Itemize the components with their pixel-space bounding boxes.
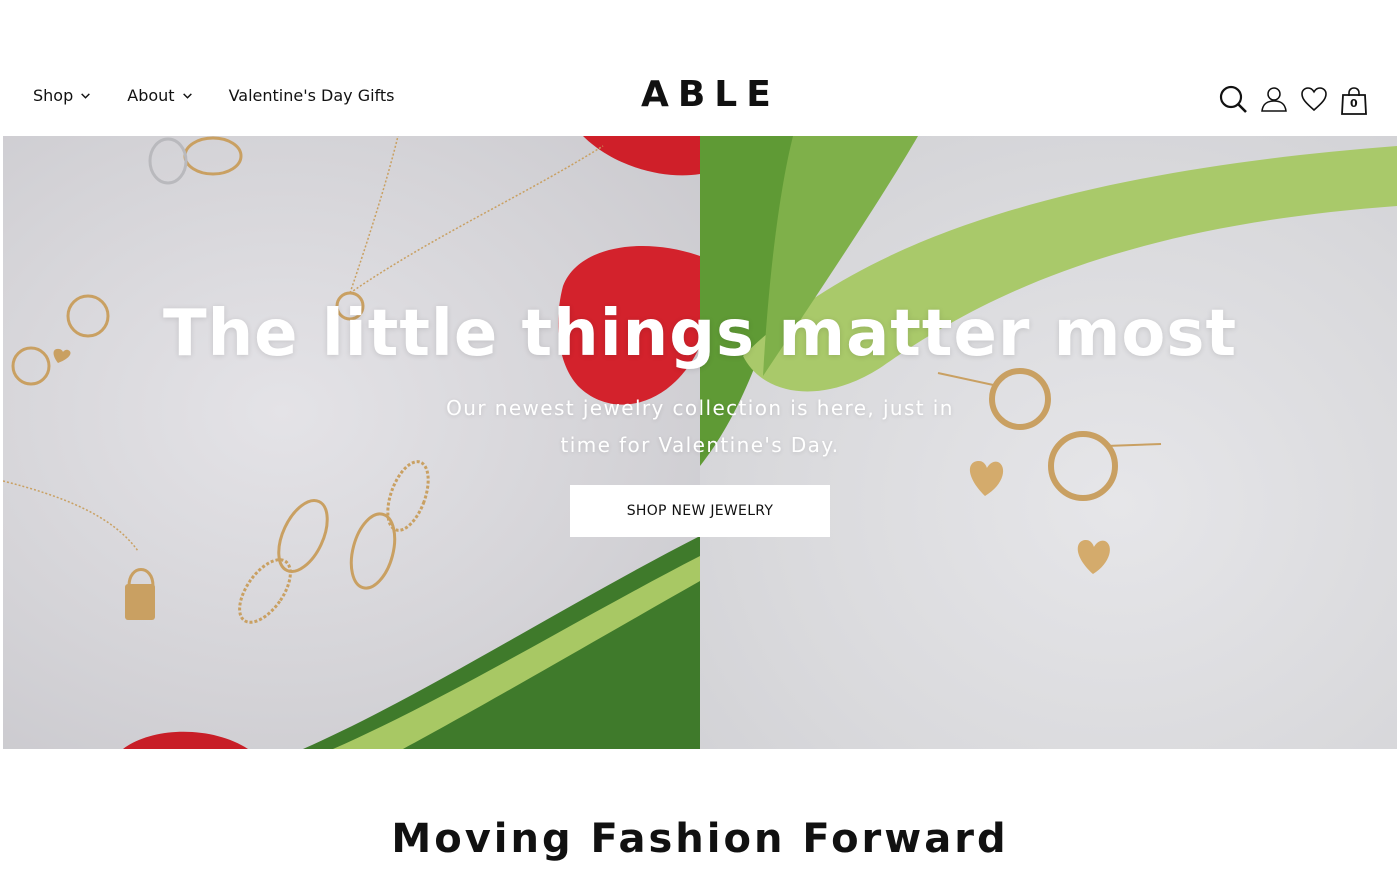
nav-about[interactable]: About	[127, 86, 192, 105]
main-nav: Shop About Valentine's Day Gifts	[33, 86, 395, 105]
jewelry-heart-charm	[1077, 540, 1110, 574]
chevron-down-icon	[81, 93, 91, 99]
jewelry-padlock-charm	[125, 584, 155, 620]
jewelry-chain-link	[386, 460, 430, 532]
nav-shop[interactable]: Shop	[33, 86, 91, 105]
hero-subtitle: Our newest jewelry collection is here, j…	[446, 396, 954, 457]
nav-valentines-label: Valentine's Day Gifts	[228, 86, 395, 105]
jewelry-earring	[148, 137, 188, 185]
jewelry-necklace-chain	[3, 480, 139, 552]
header-icons: 0	[1218, 84, 1368, 118]
account-icon[interactable]	[1260, 85, 1288, 117]
search-icon[interactable]	[1218, 84, 1248, 118]
cart-bag-icon[interactable]: 0	[1340, 86, 1368, 116]
nav-shop-label: Shop	[33, 86, 74, 105]
shop-new-jewelry-button[interactable]: SHOP NEW JEWELRY	[570, 485, 830, 537]
jewelry-chain-link	[349, 512, 397, 590]
jewelry-heart-charm	[969, 461, 1004, 496]
jewelry-hoop	[989, 368, 1051, 430]
jewelry-necklace-chain	[349, 136, 604, 294]
jewelry-hoop	[1048, 431, 1118, 501]
site-header: Shop About Valentine's Day Gifts ABLE 0	[0, 0, 1400, 136]
section-title: Moving Fashion Forward	[391, 816, 1009, 862]
hero-title: The little things matter most	[162, 297, 1238, 371]
hero-banner: The little things matter most Our newest…	[3, 136, 1397, 749]
wishlist-heart-icon[interactable]	[1300, 86, 1328, 116]
jewelry-chain-link	[238, 558, 292, 624]
tulip-leaf	[303, 536, 700, 749]
nav-about-label: About	[127, 86, 175, 105]
site-logo[interactable]: ABLE	[641, 74, 771, 115]
tulip-petal	[123, 731, 248, 749]
tulip-petal	[583, 136, 700, 176]
cart-count: 0	[1350, 97, 1358, 110]
jewelry-chain-link	[277, 499, 329, 573]
chevron-down-icon	[182, 93, 192, 99]
nav-valentines-gifts[interactable]: Valentine's Day Gifts	[229, 86, 395, 105]
jewelry-earring	[183, 136, 243, 176]
